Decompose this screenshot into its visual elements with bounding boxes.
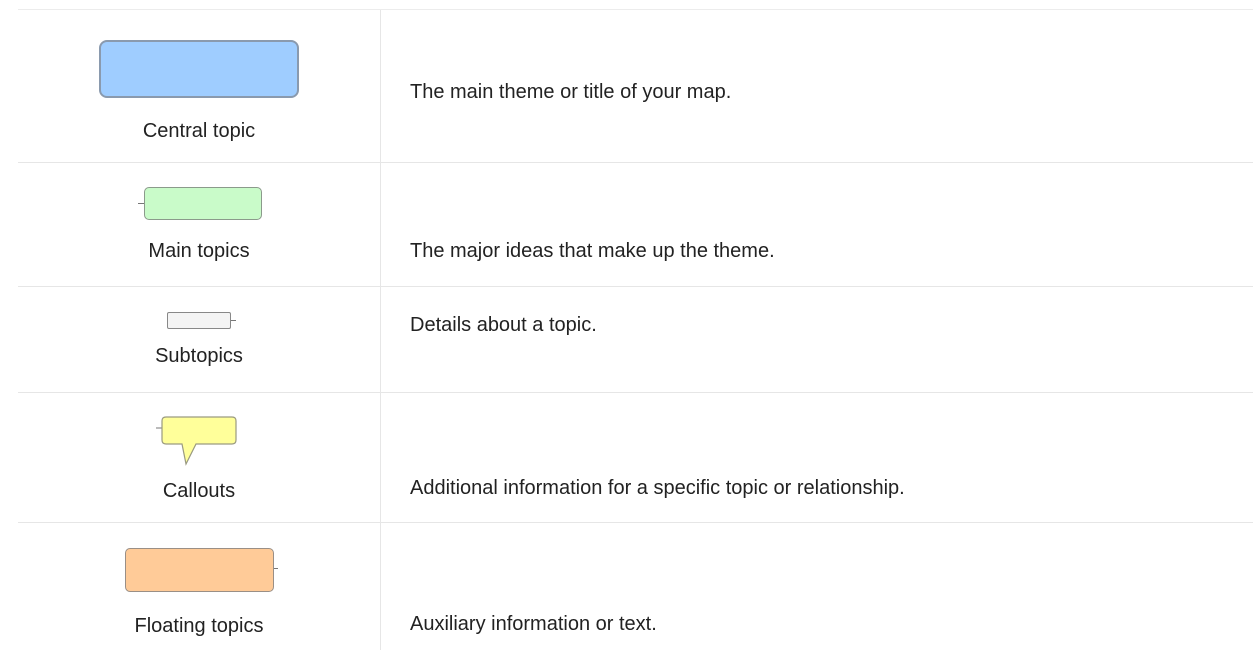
main-topic-shape-icon bbox=[144, 187, 262, 220]
legend-shape-cell: Central topic bbox=[18, 10, 381, 162]
connector-line bbox=[274, 568, 278, 569]
topic-legend-table: Central topic The main theme or title of… bbox=[18, 9, 1253, 650]
legend-shape-cell: Callouts bbox=[18, 392, 381, 522]
connector-line bbox=[231, 320, 236, 321]
subtopic-shape-icon bbox=[167, 312, 231, 329]
legend-description: The main theme or title of your map. bbox=[410, 81, 732, 103]
legend-row-subtopics: Subtopics Details about a topic. bbox=[18, 286, 1253, 393]
legend-description: Auxiliary information or text. bbox=[410, 613, 657, 635]
legend-row-callouts: Callouts Additional information for a sp… bbox=[18, 392, 1253, 523]
legend-shape-cell: Floating topics bbox=[18, 522, 381, 650]
legend-row-main-topics: Main topics The major ideas that make up… bbox=[18, 162, 1253, 287]
central-topic-shape-icon bbox=[99, 40, 299, 98]
legend-shape-cell: Main topics bbox=[18, 162, 381, 286]
legend-shape-cell: Subtopics bbox=[18, 286, 381, 392]
legend-label: Central topic bbox=[142, 120, 256, 142]
legend-label: Main topics bbox=[148, 240, 250, 262]
legend-row-central-topic: Central topic The main theme or title of… bbox=[18, 10, 1253, 163]
legend-description: Details about a topic. bbox=[410, 314, 597, 336]
callout-shape-icon bbox=[156, 416, 237, 466]
legend-label: Callouts bbox=[162, 480, 236, 502]
legend-description: The major ideas that make up the theme. bbox=[410, 240, 775, 262]
legend-label: Floating topics bbox=[134, 615, 264, 637]
legend-description: Additional information for a specific to… bbox=[410, 477, 905, 499]
floating-topic-shape-icon bbox=[125, 548, 274, 592]
legend-row-floating-topics: Floating topics Auxiliary information or… bbox=[18, 522, 1253, 650]
legend-label: Subtopics bbox=[155, 345, 243, 367]
